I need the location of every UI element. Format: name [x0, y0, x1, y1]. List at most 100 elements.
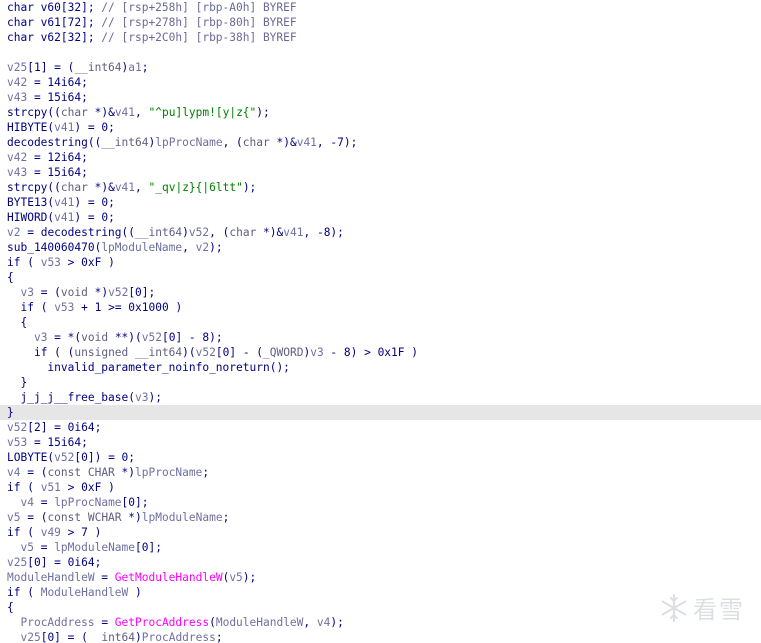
code-token-var[interactable]: v5 — [20, 541, 33, 554]
code-token-var[interactable]: v53 — [41, 256, 61, 269]
code-line[interactable]: ProcAddress = GetProcAddress(ModuleHandl… — [0, 615, 761, 630]
code-line[interactable]: LOBYTE(v52[0]) = 0; — [0, 450, 761, 465]
code-line[interactable]: { — [0, 600, 761, 615]
code-token-var[interactable]: v25 — [20, 631, 40, 643]
code-token-var[interactable]: v3 — [310, 346, 323, 359]
code-token-var[interactable]: v52 — [142, 331, 162, 344]
code-token-var[interactable]: v2 — [7, 226, 20, 239]
code-line[interactable]: if ( v51 > 0xF ) — [0, 480, 761, 495]
code-token-var[interactable]: v41 — [115, 181, 135, 194]
code-token-func[interactable]: j_j_j__free_base — [20, 391, 128, 404]
code-line[interactable]: v4 = (const CHAR *)lpProcName; — [0, 465, 761, 480]
code-token-var[interactable]: v52 — [7, 421, 27, 434]
code-line[interactable]: { — [0, 270, 761, 285]
code-token-var[interactable]: lpModuleName — [54, 541, 135, 554]
code-line[interactable]: HIBYTE(v41) = 0; — [0, 120, 761, 135]
code-line[interactable]: v5 = lpModuleName[0]; — [0, 540, 761, 555]
code-line[interactable]: strcpy((char *)&v41, "_qv|z}{|6ltt"); — [0, 180, 761, 195]
code-token-var[interactable]: v4 — [317, 616, 330, 629]
code-token-var[interactable]: lpProcName — [155, 136, 222, 149]
code-token-var[interactable]: ProcAddress — [20, 616, 94, 629]
code-token-var[interactable]: v42 — [7, 76, 27, 89]
code-token-var[interactable]: v53 — [54, 301, 74, 314]
code-token-var[interactable]: v51 — [41, 481, 61, 494]
code-token-api[interactable]: GetModuleHandleW — [115, 571, 223, 584]
code-token-var[interactable]: v52 — [196, 346, 216, 359]
code-token-var[interactable]: ModuleHandleW — [216, 616, 304, 629]
code-line[interactable]: v53 = 15i64; — [0, 435, 761, 450]
code-token-func[interactable]: BYTE13 — [7, 196, 47, 209]
code-token-var[interactable]: v53 — [7, 436, 27, 449]
code-line[interactable]: v52[2] = 0i64; — [0, 420, 761, 435]
code-token-var[interactable]: v52 — [189, 226, 209, 239]
code-line[interactable]: v43 = 15i64; — [0, 90, 761, 105]
code-token-var[interactable]: a1 — [128, 61, 141, 74]
code-token-var[interactable]: v2 — [196, 241, 209, 254]
code-token-var[interactable]: v3 — [135, 391, 148, 404]
code-line[interactable]: { — [0, 315, 761, 330]
code-line[interactable]: strcpy((char *)&v41, "^pu]lypm![y|z{"); — [0, 105, 761, 120]
code-token-var[interactable]: lpModuleName — [101, 241, 182, 254]
code-token-var[interactable]: ModuleHandleW — [41, 586, 129, 599]
code-token-var[interactable]: ModuleHandleW — [7, 571, 95, 584]
code-line[interactable]: char v62[32]; // [rsp+2C0h] [rbp-38h] BY… — [0, 30, 761, 45]
code-line[interactable]: invalid_parameter_noinfo_noreturn(); — [0, 360, 761, 375]
code-token-var[interactable]: ProcAddress — [142, 631, 216, 643]
code-line[interactable]: j_j_j__free_base(v3); — [0, 390, 761, 405]
code-token-var[interactable]: v3 — [20, 286, 33, 299]
code-token-var[interactable]: lpProcName — [54, 496, 121, 509]
code-token-var[interactable]: v41 — [297, 136, 317, 149]
code-token-var[interactable]: v5 — [229, 571, 242, 584]
code-line[interactable]: if ( (unsigned __int64)(v52[0] - (_QWORD… — [0, 345, 761, 360]
code-line[interactable]: char v61[72]; // [rsp+278h] [rbp-80h] BY… — [0, 15, 761, 30]
code-line[interactable]: v25[1] = (__int64)a1; — [0, 60, 761, 75]
code-token-func[interactable]: invalid_parameter_noinfo_noreturn — [47, 361, 269, 374]
code-token-var[interactable]: v41 — [54, 196, 74, 209]
code-token-var[interactable]: v52 — [108, 286, 128, 299]
code-line[interactable]: v3 = (void *)v52[0]; — [0, 285, 761, 300]
code-token-var[interactable]: v25 — [7, 556, 27, 569]
code-token-var[interactable]: v41 — [283, 226, 303, 239]
code-line-current[interactable]: } — [0, 405, 761, 420]
code-line[interactable]: if ( v49 > 7 ) — [0, 525, 761, 540]
code-token-var[interactable]: v41 — [54, 211, 74, 224]
code-line[interactable]: decodestring((__int64)lpProcName, (char … — [0, 135, 761, 150]
code-token-var[interactable]: lpModuleName — [142, 511, 223, 524]
code-token-func[interactable]: LOBYTE — [7, 451, 47, 464]
pseudocode-view[interactable]: char v60[32]; // [rsp+258h] [rbp-A0h] BY… — [0, 0, 761, 643]
code-token-func[interactable]: decodestring — [41, 226, 122, 239]
code-token-var[interactable]: v43 — [7, 166, 27, 179]
code-line[interactable]: v25[0] = 0i64; — [0, 555, 761, 570]
code-line[interactable]: v5 = (const WCHAR *)lpModuleName; — [0, 510, 761, 525]
code-token-var[interactable]: v25 — [7, 61, 27, 74]
code-token-var[interactable]: v49 — [41, 526, 61, 539]
code-line[interactable]: char v60[32]; // [rsp+258h] [rbp-A0h] BY… — [0, 0, 761, 15]
code-token-var[interactable]: v4 — [20, 496, 33, 509]
code-token-func[interactable]: HIWORD — [7, 211, 47, 224]
code-line[interactable]: v3 = *(void **)(v52[0] - 8); — [0, 330, 761, 345]
code-token-var[interactable]: v41 — [115, 106, 135, 119]
code-line[interactable]: if ( ModuleHandleW ) — [0, 585, 761, 600]
code-token-var[interactable]: v52 — [54, 451, 74, 464]
code-line[interactable]: v42 = 14i64; — [0, 75, 761, 90]
code-line[interactable]: if ( v53 + 1 >= 0x1000 ) — [0, 300, 761, 315]
code-line[interactable]: if ( v53 > 0xF ) — [0, 255, 761, 270]
code-line[interactable]: ModuleHandleW = GetModuleHandleW(v5); — [0, 570, 761, 585]
code-token-var[interactable]: v4 — [7, 466, 20, 479]
code-token-func[interactable]: HIBYTE — [7, 121, 47, 134]
code-token-var[interactable]: v42 — [7, 151, 27, 164]
code-line[interactable]: } — [0, 375, 761, 390]
code-line[interactable]: BYTE13(v41) = 0; — [0, 195, 761, 210]
code-line[interactable]: v43 = 15i64; — [0, 165, 761, 180]
code-line[interactable]: v4 = lpProcName[0]; — [0, 495, 761, 510]
code-token-api[interactable]: GetProcAddress — [115, 616, 209, 629]
code-token-func[interactable]: decodestring — [7, 136, 88, 149]
code-token-var[interactable]: lpProcName — [135, 466, 202, 479]
code-token-var[interactable]: v43 — [7, 91, 27, 104]
code-line[interactable]: v25[0] = (__int64)ProcAddress; — [0, 630, 761, 643]
code-token-var[interactable]: v5 — [7, 511, 20, 524]
code-line[interactable]: sub_140060470(lpModuleName, v2); — [0, 240, 761, 255]
code-token-var[interactable]: v41 — [54, 121, 74, 134]
code-line[interactable] — [0, 45, 761, 60]
code-token-var[interactable]: v3 — [34, 331, 47, 344]
